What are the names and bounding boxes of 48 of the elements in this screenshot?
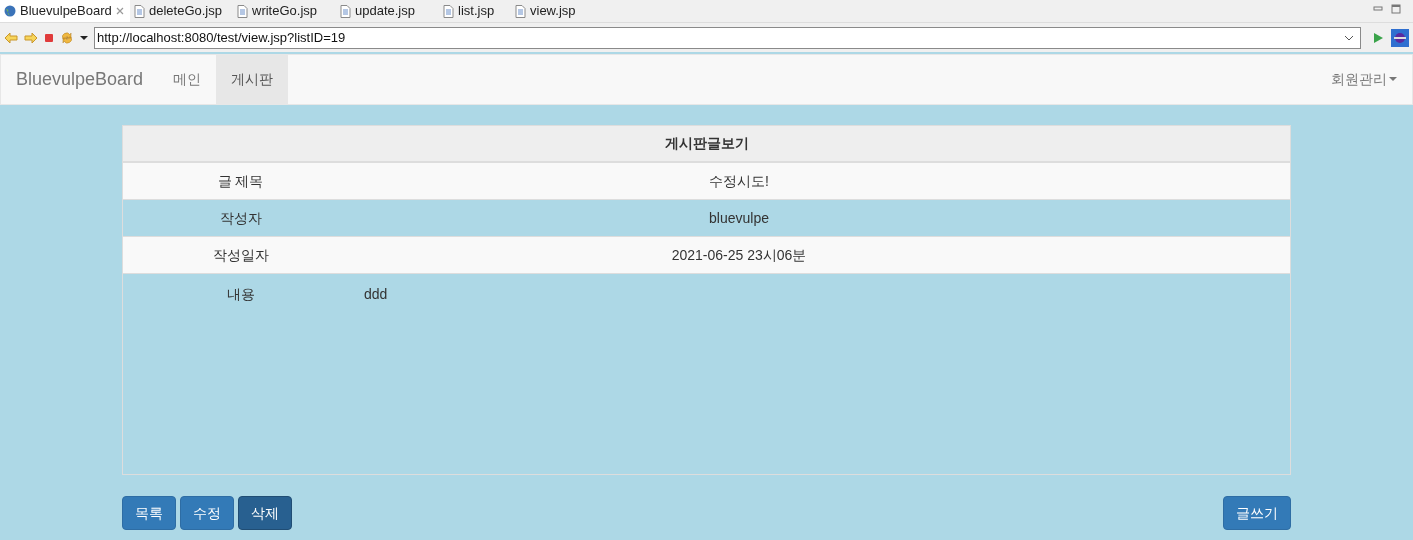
editor-tab[interactable]: list.jsp [439, 0, 511, 22]
chevron-down-icon[interactable] [1344, 34, 1354, 41]
action-button[interactable]: 목록 [122, 496, 176, 530]
back-arrow-icon[interactable] [4, 31, 18, 44]
file-icon [340, 4, 351, 18]
table-cell-text: 작성자 [218, 208, 263, 228]
minimize-icon[interactable] [1373, 4, 1383, 14]
caret-icon[interactable] [80, 34, 88, 41]
editor-tab[interactable]: writeGo.jsp [233, 0, 336, 22]
file-icon [237, 4, 248, 18]
table-cell-text: 글 제목 [216, 171, 265, 191]
globe-icon[interactable] [1391, 28, 1409, 47]
stop-icon[interactable] [44, 32, 54, 43]
brand[interactable]: BluevulpeBoard [1, 55, 159, 104]
tab-label: deleteGo.jsp [149, 2, 222, 21]
editor-tab[interactable]: update.jsp [336, 0, 439, 22]
action-button[interactable]: 삭제 [238, 496, 292, 530]
write-button[interactable]: 글쓰기 [1223, 496, 1291, 530]
editor-tab[interactable]: BluevulpeBoard [0, 0, 130, 22]
forward-arrow-icon[interactable] [24, 31, 38, 44]
action-button[interactable]: 수정 [180, 496, 234, 530]
table-cell-text: 2021-06-25 23시06분 [670, 245, 808, 265]
tab-label: update.jsp [355, 2, 415, 21]
file-icon [515, 4, 526, 18]
editor-tab[interactable]: view.jsp [511, 0, 583, 22]
tab-label: list.jsp [458, 2, 495, 21]
dropdown-toggle[interactable]: 회원관리 [1316, 55, 1412, 104]
file-icon [134, 4, 145, 18]
tab-label: writeGo.jsp [252, 2, 318, 21]
table-header: 게시판글보기 [123, 126, 1290, 163]
caret-icon [1389, 77, 1397, 82]
tab-label: view.jsp [530, 2, 576, 21]
table-cell-text: 수정시도! [708, 171, 770, 191]
table-cell-text: bluevulpe [708, 208, 770, 228]
table-cell-text: ddd [364, 285, 388, 304]
refresh-icon[interactable] [60, 30, 74, 45]
play-icon[interactable] [1371, 30, 1385, 45]
file-icon [443, 4, 454, 18]
table-cell-text: 내용 [225, 285, 256, 304]
url-field[interactable]: http://localhost:8080/test/view.jsp?listID=19 [94, 26, 1361, 49]
close-icon[interactable] [115, 7, 124, 15]
nav-link[interactable]: 게시판 [216, 55, 289, 104]
globe-icon [4, 5, 16, 17]
table-cell-text: 작성일자 [211, 245, 270, 265]
maximize-icon[interactable] [1391, 4, 1401, 14]
nav-link[interactable]: 메인 [158, 55, 217, 104]
tab-label: BluevulpeBoard [20, 2, 112, 21]
editor-tab[interactable]: deleteGo.jsp [130, 0, 233, 22]
